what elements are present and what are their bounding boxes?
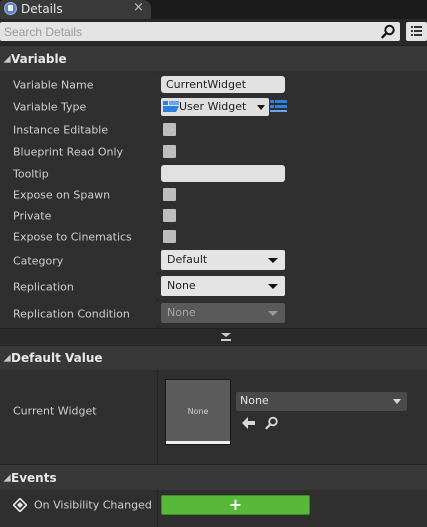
search-box xyxy=(0,22,400,41)
category-variable[interactable]: Variable xyxy=(0,45,427,71)
row-replication: Replication None xyxy=(0,275,427,298)
category-combo[interactable]: Default xyxy=(161,250,285,270)
chevron-down-icon xyxy=(268,258,278,263)
thumbnail-text: None xyxy=(187,407,209,416)
list-view-icon xyxy=(411,26,422,36)
chevron-down-icon xyxy=(268,284,278,289)
asset-thumbnail[interactable]: None xyxy=(165,379,231,445)
category-value: Default xyxy=(167,253,208,266)
tab-details[interactable]: Details × xyxy=(0,0,151,19)
current-widget-label: Current Widget xyxy=(13,404,97,418)
asset-picker-value: None xyxy=(240,394,269,407)
private-label: Private xyxy=(13,209,52,222)
chevron-down-icon xyxy=(268,311,278,316)
event-diamond-icon xyxy=(13,498,27,512)
category-events[interactable]: Events xyxy=(0,464,427,490)
replication-condition-value: None xyxy=(167,306,196,319)
expose-on-spawn-checkbox[interactable] xyxy=(163,188,176,201)
category-label: Events xyxy=(11,470,57,485)
blueprint-read-only-checkbox[interactable] xyxy=(163,145,176,158)
close-icon[interactable]: × xyxy=(133,0,144,15)
row-private: Private xyxy=(0,205,427,226)
tab-bar: Details × xyxy=(0,0,427,19)
replication-label: Replication xyxy=(13,280,74,293)
row-blueprint-read-only: Blueprint Read Only xyxy=(0,141,427,162)
search-icon[interactable] xyxy=(381,24,396,39)
category-label: Variable xyxy=(11,51,67,66)
expand-advanced-icon xyxy=(221,333,231,341)
category-label: Category xyxy=(13,254,64,267)
row-expose-to-cinematics: Expose to Cinematics xyxy=(0,226,427,247)
chevron-down-icon xyxy=(393,399,401,404)
variable-type-combo[interactable]: User Widget xyxy=(161,98,269,116)
details-icon xyxy=(4,2,17,15)
container-type-icon[interactable] xyxy=(270,99,287,113)
chevron-down-icon xyxy=(257,105,265,110)
replication-value: None xyxy=(167,279,196,292)
replication-condition-label: Replication Condition xyxy=(13,307,130,320)
private-checkbox[interactable] xyxy=(163,209,176,222)
search-input[interactable] xyxy=(4,23,374,40)
category-label: Default Value xyxy=(11,351,103,365)
variable-name-field[interactable]: CurrentWidget xyxy=(161,76,285,93)
row-tooltip: Tooltip xyxy=(0,163,427,184)
row-variable-type: Variable Type User Widget xyxy=(0,96,427,118)
replication-condition-combo: None xyxy=(161,303,285,323)
row-category: Category Default xyxy=(0,249,427,272)
browse-search-icon[interactable] xyxy=(265,416,279,430)
instance-editable-label: Instance Editable xyxy=(13,123,109,136)
expose-to-cinematics-checkbox[interactable] xyxy=(163,230,176,243)
tooltip-field[interactable] xyxy=(161,165,285,182)
blueprint-read-only-label: Blueprint Read Only xyxy=(13,145,124,158)
collapse-arrow-icon xyxy=(3,354,11,362)
category-default-value[interactable]: Default Value xyxy=(0,345,427,370)
replication-combo[interactable]: None xyxy=(161,276,285,296)
collapse-arrow-icon xyxy=(3,473,11,482)
row-expose-on-spawn: Expose on Spawn xyxy=(0,184,427,205)
row-instance-editable: Instance Editable xyxy=(0,119,427,140)
plus-icon: + xyxy=(228,495,243,514)
variable-type-value: User Widget xyxy=(179,100,247,113)
collapse-arrow-icon xyxy=(3,54,11,63)
row-variable-name: Variable Name CurrentWidget xyxy=(0,74,427,95)
add-event-button[interactable]: + xyxy=(161,495,310,515)
search-row xyxy=(0,19,427,45)
on-visibility-changed-label: On Visibility Changed xyxy=(34,498,152,512)
asset-picker-combo[interactable]: None xyxy=(236,392,407,411)
row-replication-condition: Replication Condition None xyxy=(0,302,427,325)
expose-on-spawn-label: Expose on Spawn xyxy=(13,188,111,201)
thumbnail-color-bar xyxy=(166,441,230,444)
advanced-expand-bar[interactable] xyxy=(0,328,427,344)
expose-to-cinematics-label: Expose to Cinematics xyxy=(13,230,132,243)
object-type-icon xyxy=(163,101,179,112)
tooltip-label: Tooltip xyxy=(13,167,49,180)
tab-title: Details xyxy=(21,2,63,16)
variable-type-label: Variable Type xyxy=(13,100,87,114)
view-options-button[interactable] xyxy=(406,22,427,41)
use-selected-arrow-icon[interactable] xyxy=(242,417,256,429)
instance-editable-checkbox[interactable] xyxy=(163,123,176,136)
variable-name-label: Variable Name xyxy=(13,78,94,91)
